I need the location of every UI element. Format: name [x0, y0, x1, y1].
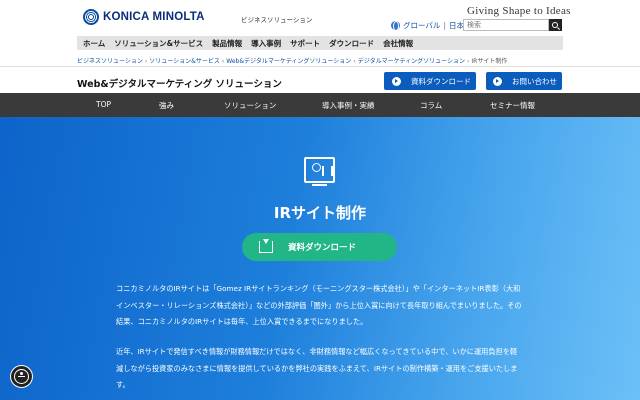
main-nav-cases[interactable]: 導入事例 — [251, 38, 281, 49]
site-header: KONICA MINOLTA ビジネスソリューション Giving Shape … — [0, 0, 640, 36]
sub-nav: TOP 強み ソリューション 導入事例・実績 コラム セミナー情報 — [0, 93, 640, 117]
intro-paragraph: コニカミノルタのIRサイトは「Gomez IRサイトランキング（モーニングスター… — [116, 284, 522, 326]
divider — [0, 66, 640, 67]
sub-nav-seminar[interactable]: セミナー情報 — [490, 100, 535, 111]
accessibility-button[interactable] — [10, 365, 33, 388]
main-nav-company[interactable]: 会社情報 — [383, 38, 413, 49]
page-title: IRサイト制作 — [273, 204, 367, 222]
arrow-right-icon — [392, 76, 401, 86]
search-input[interactable] — [463, 19, 549, 31]
globe-icon — [391, 21, 400, 31]
main-nav-download[interactable]: ダウンロード — [329, 38, 374, 49]
main-nav-support[interactable]: サポート — [290, 38, 320, 49]
japan-link[interactable]: 日本 — [449, 20, 464, 31]
sub-nav-top[interactable]: TOP — [96, 100, 111, 109]
logo-mark-icon — [83, 9, 99, 25]
contact-button[interactable]: お問い合わせ — [486, 72, 562, 90]
konica-minolta-logo[interactable]: KONICA MINOLTA — [83, 9, 205, 25]
download-button[interactable]: 資料ダウンロード — [384, 72, 476, 90]
breadcrumb-separator: › — [144, 58, 148, 65]
contact-button-label: お問い合わせ — [512, 76, 557, 86]
breadcrumb-item[interactable]: デジタルマーケティングソリューション — [358, 58, 465, 65]
global-link[interactable]: グローバル — [403, 20, 440, 31]
breadcrumb-item[interactable]: ソリューション&サービス — [149, 58, 220, 65]
search-icon — [552, 21, 558, 28]
monitor-stand — [312, 183, 327, 186]
breadcrumb-item[interactable]: ビジネスソリューション — [77, 58, 143, 65]
region-switcher: グローバル | 日本 — [391, 20, 464, 31]
download-icon — [259, 239, 273, 253]
sub-nav-strengths[interactable]: 強み — [159, 100, 174, 111]
section-title[interactable]: Web&デジタルマーケティング ソリューション — [77, 76, 282, 90]
breadcrumb-item[interactable]: Web&デジタルマーケティングソリューション — [226, 58, 351, 65]
search-button[interactable] — [549, 19, 562, 31]
section-label: ビジネスソリューション — [241, 16, 313, 24]
hero-download-label: 資料ダウンロード — [288, 243, 357, 253]
tagline: Giving Shape to Ideas — [467, 5, 571, 17]
sub-nav-solutions[interactable]: ソリューション — [224, 100, 276, 111]
arrow-right-icon — [493, 76, 502, 86]
main-nav-home[interactable]: ホーム — [83, 38, 105, 49]
breadcrumb-separator: › — [353, 58, 356, 65]
download-button-label: 資料ダウンロード — [411, 76, 471, 86]
main-nav-solutions[interactable]: ソリューション&サービス — [114, 38, 203, 49]
logo-text: KONICA MINOLTA — [103, 11, 205, 23]
hero-download-button[interactable]: 資料ダウンロード — [242, 233, 397, 261]
breadcrumb-separator: › — [221, 58, 225, 65]
detail-paragraph: 近年、IRサイトで発信すべき情報が財務情報だけではなく、非財務情報など幅広くなっ… — [116, 347, 518, 389]
breadcrumb: ビジネスソリューション › ソリューション&サービス › Web&デジタルマーケティング… — [77, 56, 507, 65]
breadcrumb-separator: › — [467, 58, 470, 65]
sub-nav-column[interactable]: コラム — [420, 100, 442, 111]
sub-nav-cases[interactable]: 導入事例・実績 — [322, 100, 375, 111]
main-nav: ホーム ソリューション&サービス 製品情報 導入事例 サポート ダウンロード 会… — [77, 36, 563, 50]
main-nav-products[interactable]: 製品情報 — [212, 38, 242, 49]
accessibility-icon — [14, 369, 29, 384]
monitor-coins-icon — [304, 157, 335, 183]
breadcrumb-current: IRサイト制作 — [471, 58, 508, 65]
region-separator: | — [443, 21, 446, 30]
